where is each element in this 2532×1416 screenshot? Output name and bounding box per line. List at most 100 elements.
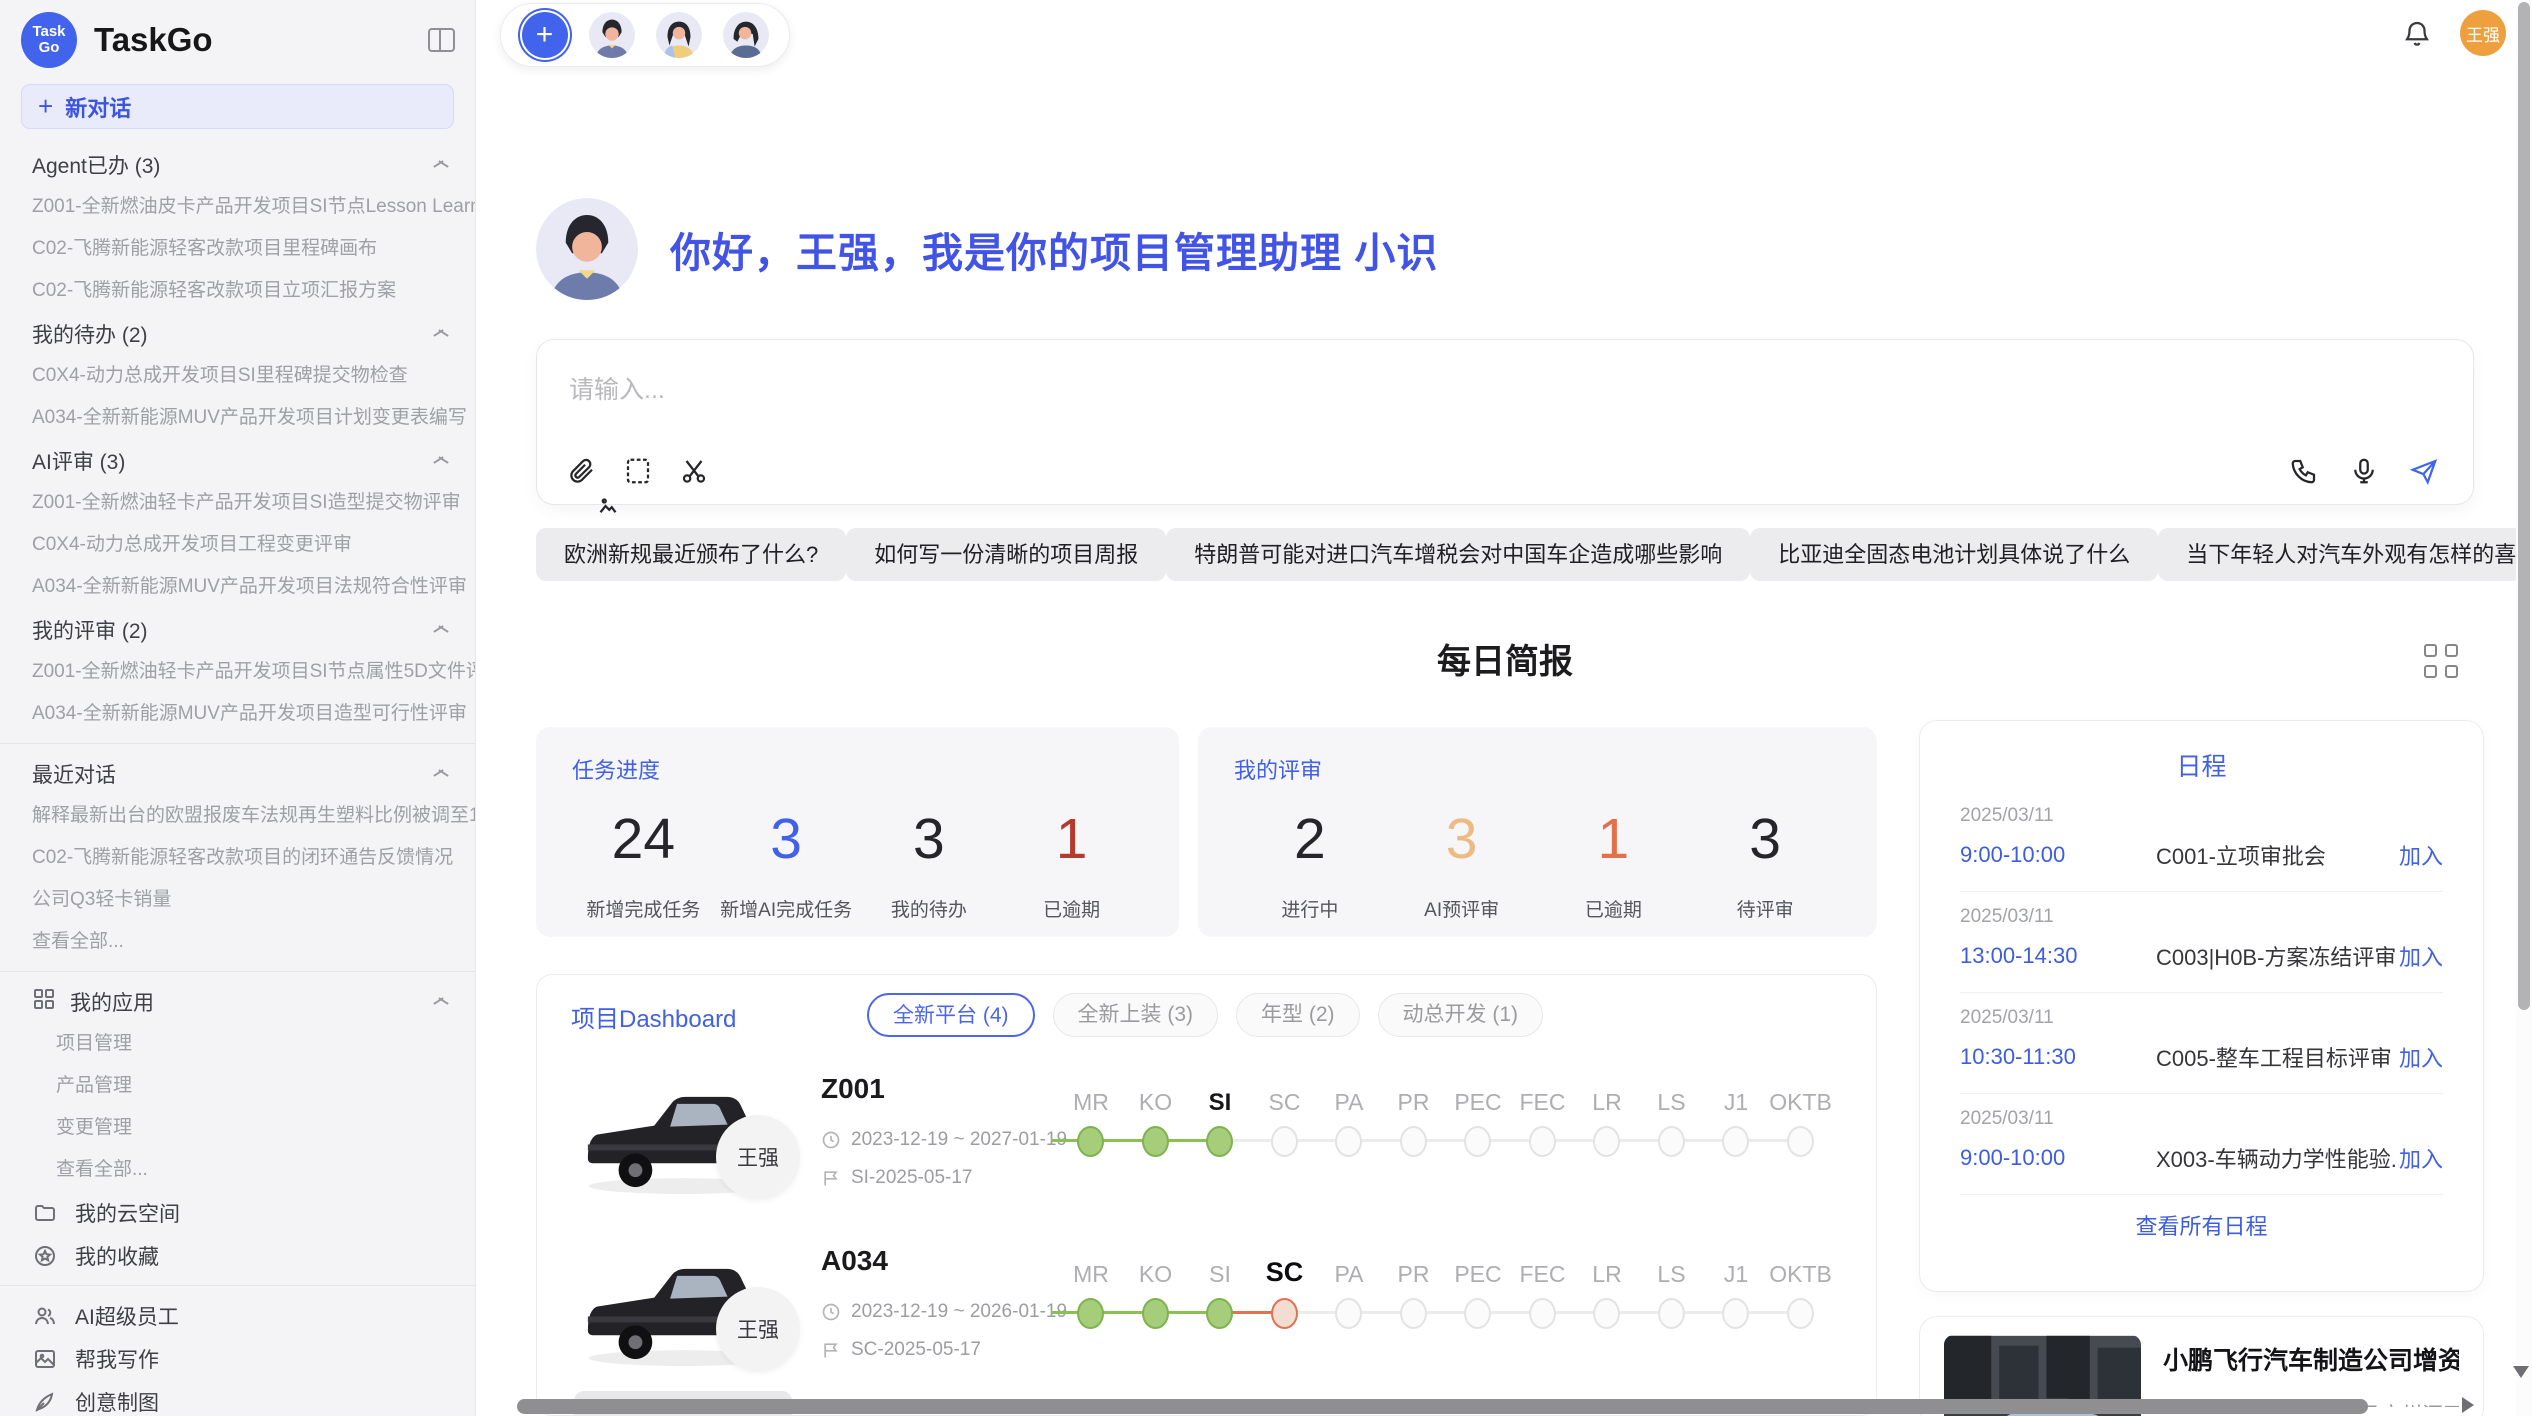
join-link[interactable]: 加入	[2399, 839, 2443, 871]
horizontal-scrollbar-thumb[interactable]	[517, 1399, 2368, 1414]
attachment-icon[interactable]	[567, 456, 597, 486]
milestone-node-oktb[interactable]	[1787, 1298, 1814, 1329]
creative-draw-label: 创意制图	[75, 1387, 159, 1416]
milestone-node-pr[interactable]	[1400, 1298, 1427, 1329]
microphone-icon[interactable]	[2349, 456, 2379, 486]
vertical-scrollbar-thumb[interactable]	[2518, 2, 2530, 1010]
sidebar-item-cloud-space[interactable]: 我的云空间	[0, 1191, 475, 1234]
sidebar-item-creative-draw[interactable]: 创意制图	[0, 1380, 475, 1416]
section-header-agent-done[interactable]: Agent已办 (3)	[0, 143, 475, 186]
milestone-node-ko[interactable]	[1142, 1298, 1169, 1329]
milestone-node-si[interactable]	[1206, 1298, 1233, 1329]
chevron-up-icon[interactable]	[433, 160, 449, 169]
section-header-my-todo[interactable]: 我的待办 (2)	[0, 312, 475, 355]
collapse-sidebar-icon[interactable]	[428, 28, 455, 52]
milestone-node-ko[interactable]	[1142, 1126, 1169, 1157]
suggestion-chip[interactable]: 欧洲新规最近颁布了什么?	[536, 528, 846, 581]
join-link[interactable]: 加入	[2399, 940, 2443, 972]
milestone-node-pr[interactable]	[1400, 1126, 1427, 1157]
join-link[interactable]: 加入	[2399, 1142, 2443, 1174]
tab-new-body[interactable]: 全新上装 (3)	[1053, 993, 1219, 1037]
recent-chat-item[interactable]: 公司Q3轻卡销量	[0, 879, 475, 921]
agent-avatar-3[interactable]	[723, 12, 769, 58]
milestone-node-sc[interactable]	[1271, 1126, 1298, 1157]
join-link[interactable]: 加入	[2399, 1041, 2443, 1073]
sidebar-item[interactable]: Z001-全新燃油轻卡产品开发项目SI造型提交物评审	[0, 482, 475, 524]
chevron-up-icon[interactable]	[433, 769, 449, 778]
agent-avatar-1[interactable]	[589, 12, 635, 58]
milestone-node-pa[interactable]	[1335, 1298, 1362, 1329]
section-header-recent-chats[interactable]: 最近对话	[0, 752, 475, 795]
app-item-project-mgmt[interactable]: 项目管理	[0, 1023, 475, 1065]
milestone-node-mr[interactable]	[1077, 1298, 1104, 1329]
recent-chat-item[interactable]: 解释最新出台的欧盟报废车法规再生塑料比例被调至15%...	[0, 795, 475, 837]
milestone-node-pa[interactable]	[1335, 1126, 1362, 1157]
app-item-product-mgmt[interactable]: 产品管理	[0, 1065, 475, 1107]
milestone-node-sc[interactable]	[1271, 1298, 1298, 1329]
chevron-up-icon[interactable]	[433, 456, 449, 465]
view-all-apps-link[interactable]: 查看全部...	[0, 1149, 475, 1191]
tab-model-year[interactable]: 年型 (2)	[1236, 993, 1360, 1037]
scissors-icon[interactable]	[679, 456, 709, 486]
send-icon[interactable]	[2409, 456, 2439, 486]
section-header-my-apps[interactable]: 我的应用	[0, 980, 475, 1023]
milestone-node-pec[interactable]	[1464, 1126, 1491, 1157]
new-chat-button[interactable]: + 新对话	[21, 84, 454, 129]
view-all-recent-link[interactable]: 查看全部...	[0, 921, 475, 963]
sidebar-item[interactable]: C02-飞腾新能源轻客改款项目立项汇报方案	[0, 270, 475, 312]
app-item-change-mgmt[interactable]: 变更管理	[0, 1107, 475, 1149]
scroll-down-arrow[interactable]	[2513, 1366, 2529, 1378]
scroll-right-arrow[interactable]	[2462, 1397, 2474, 1413]
layout-grid-icon[interactable]	[2424, 644, 2458, 678]
agent-avatar-2[interactable]	[656, 12, 702, 58]
recent-chat-item[interactable]: C02-飞腾新能源轻客改款项目的闭环通告反馈情况	[0, 837, 475, 879]
project-row-z001: 王强 Z001 2023-12-19 ~ 2027-01-19 SI-2025-…	[537, 1049, 1876, 1221]
sidebar-item[interactable]: A034-全新新能源MUV产品开发项目造型可行性评审	[0, 693, 475, 735]
milestone-node-fec[interactable]	[1529, 1298, 1556, 1329]
milestone-node-fec[interactable]	[1529, 1126, 1556, 1157]
user-avatar[interactable]: 王强	[2460, 10, 2506, 56]
sidebar-item[interactable]: C0X4-动力总成开发项目SI里程碑提交物检查	[0, 355, 475, 397]
suggestion-chip[interactable]: 比亚迪全固态电池计划具体说了什么	[1750, 528, 2158, 581]
milestone-node-j1[interactable]	[1722, 1298, 1749, 1329]
section-header-my-review[interactable]: 我的评审 (2)	[0, 608, 475, 651]
tab-powertrain[interactable]: 动总开发 (1)	[1378, 993, 1544, 1037]
view-all-schedule-link[interactable]: 查看所有日程	[1960, 1209, 2443, 1241]
sidebar-item[interactable]: Z001-全新燃油皮卡产品开发项目SI节点Lesson Learn报告	[0, 186, 475, 228]
sidebar-item[interactable]: A034-全新新能源MUV产品开发项目计划变更表编写	[0, 397, 475, 439]
sidebar-item-help-write[interactable]: 帮我写作	[0, 1337, 475, 1380]
chevron-up-icon[interactable]	[433, 625, 449, 634]
milestone-node-ls[interactable]	[1658, 1298, 1685, 1329]
vertical-scrollbar-track[interactable]	[2516, 0, 2532, 1416]
milestone-node-si[interactable]	[1206, 1126, 1233, 1157]
milestone-node-lr[interactable]	[1593, 1298, 1620, 1329]
sidebar-item-ai-employee[interactable]: AI超级员工	[0, 1294, 475, 1337]
phone-icon[interactable]	[2289, 456, 2319, 486]
section-header-ai-review[interactable]: AI评审 (3)	[0, 439, 475, 482]
sidebar-item[interactable]: C0X4-动力总成开发项目工程变更评审	[0, 524, 475, 566]
chat-input[interactable]	[567, 368, 1767, 412]
suggestion-chip[interactable]: 当下年轻人对汽车外观有怎样的喜好趋势	[2158, 528, 2532, 581]
schedule-name: C001-立项审批会	[2130, 839, 2399, 871]
milestone-node-mr[interactable]	[1077, 1126, 1104, 1157]
tab-new-platform[interactable]: 全新平台 (4)	[867, 993, 1035, 1037]
flag-icon	[821, 1168, 841, 1188]
milestone-node-lr[interactable]	[1593, 1126, 1620, 1157]
milestone-node-oktb[interactable]	[1787, 1126, 1814, 1157]
suggestion-chip[interactable]: 特朗普可能对进口汽车增税会对中国车企造成哪些影响	[1166, 528, 1750, 581]
sidebar-item[interactable]: C02-飞腾新能源轻客改款项目里程碑画布	[0, 228, 475, 270]
milestone-node-j1[interactable]	[1722, 1126, 1749, 1157]
dashboard-tabs: 全新平台 (4) 全新上装 (3) 年型 (2) 动总开发 (1)	[867, 993, 1543, 1037]
sidebar-item[interactable]: A034-全新新能源MUV产品开发项目法规符合性评审	[0, 566, 475, 608]
chevron-up-icon[interactable]	[433, 329, 449, 338]
notification-bell-icon[interactable]	[2402, 18, 2432, 48]
image-upload-icon[interactable]	[623, 456, 653, 486]
project-dashboard-card: 项目Dashboard 全新平台 (4) 全新上装 (3) 年型 (2) 动总开…	[536, 974, 1877, 1416]
milestone-node-ls[interactable]	[1658, 1126, 1685, 1157]
add-agent-button[interactable]: +	[522, 12, 568, 58]
suggestion-chip[interactable]: 如何写一份清晰的项目周报	[846, 528, 1166, 581]
sidebar-item[interactable]: Z001-全新燃油轻卡产品开发项目SI节点属性5D文件评审	[0, 651, 475, 693]
sidebar-item-favorites[interactable]: 我的收藏	[0, 1234, 475, 1277]
chevron-up-icon[interactable]	[433, 997, 449, 1006]
milestone-node-pec[interactable]	[1464, 1298, 1491, 1329]
